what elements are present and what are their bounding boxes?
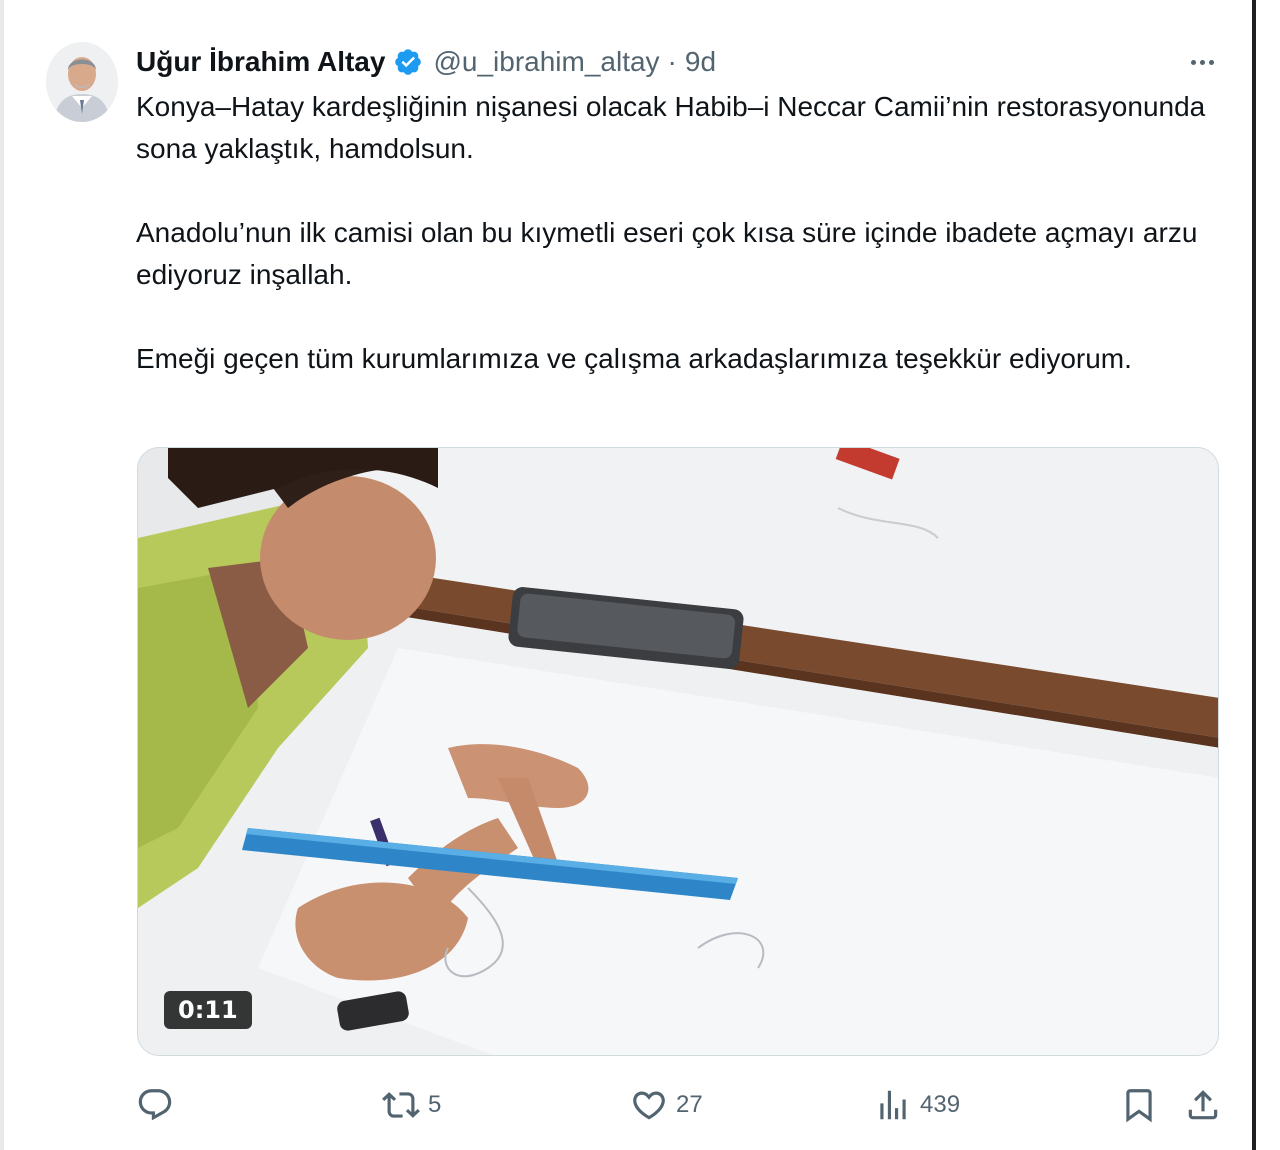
video-duration-badge: 0:11 (164, 991, 252, 1029)
like-button[interactable]: 27 (630, 1082, 703, 1128)
separator-dot: · (667, 46, 677, 77)
reply-icon (136, 1086, 174, 1124)
views-icon (874, 1086, 912, 1124)
more-icon[interactable] (1182, 46, 1222, 78)
author-name[interactable]: Uğur İbrahim Altay (136, 46, 385, 78)
share-icon (1184, 1086, 1222, 1124)
video-frame (138, 448, 1218, 1055)
share-button[interactable] (1184, 1082, 1222, 1128)
video-player[interactable]: 0:11 (137, 447, 1219, 1056)
tweet-card[interactable]: Uğur İbrahim Altay @u_ibrahim_altay · 9d… (4, 0, 1252, 1150)
like-count: 27 (676, 1091, 703, 1118)
retweet-icon (382, 1086, 420, 1124)
verified-badge-icon (393, 47, 423, 77)
tweet-paragraph: Konya–Hatay kardeşliğinin nişanesi olaca… (136, 91, 1206, 164)
like-icon (630, 1086, 668, 1124)
bookmark-icon (1120, 1086, 1158, 1124)
tweet-timestamp[interactable]: 9d (685, 46, 716, 78)
retweet-button[interactable]: 5 (382, 1082, 441, 1128)
window-edge-right (1252, 0, 1256, 1150)
views-button[interactable]: 439 (874, 1082, 960, 1128)
author-avatar[interactable] (46, 42, 118, 122)
retweet-count: 5 (428, 1091, 442, 1118)
tweet-actions: 5 27 439 (136, 1082, 1226, 1130)
tweet-paragraph: Emeği geçen tüm kurumlarımıza ve çalışma… (136, 343, 1132, 374)
tweet-header: Uğur İbrahim Altay @u_ibrahim_altay · 9d (136, 42, 716, 82)
tweet-paragraph: Anadolu’nun ilk camisi olan bu kıymetli … (136, 217, 1198, 290)
bookmark-button[interactable] (1120, 1082, 1158, 1128)
reply-button[interactable] (136, 1082, 182, 1128)
author-handle[interactable]: @u_ibrahim_altay (433, 46, 659, 78)
tweet-text: Konya–Hatay kardeşliğinin nişanesi olaca… (136, 86, 1216, 380)
views-count: 439 (920, 1091, 961, 1118)
